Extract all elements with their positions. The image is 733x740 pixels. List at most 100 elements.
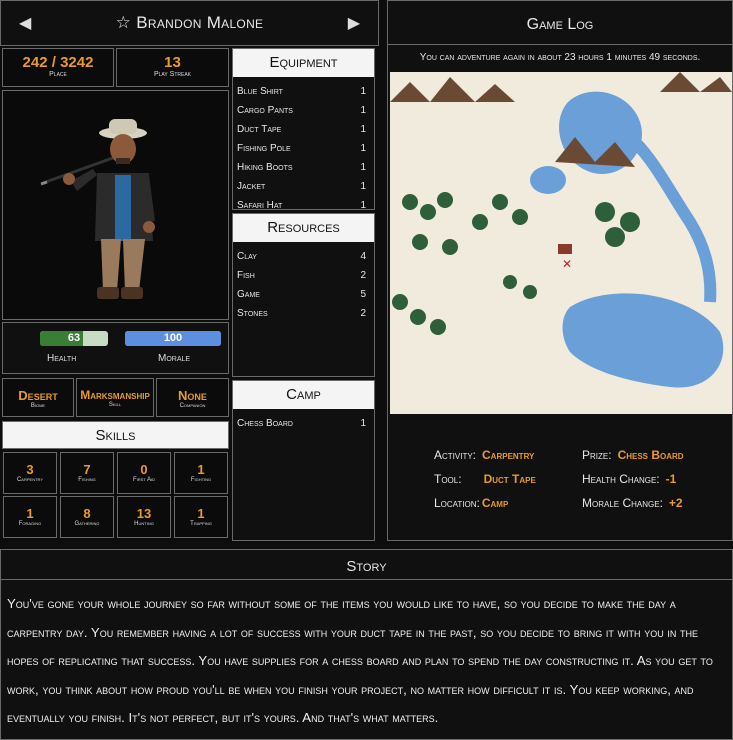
- tool-row: Tool: Duct Tape: [434, 472, 536, 486]
- skill-label: First Aid: [132, 477, 156, 483]
- health-label: Health: [47, 353, 77, 364]
- health-change-row: Health Change: -1: [582, 472, 676, 486]
- item-qty: 5: [360, 289, 366, 300]
- next-character-icon[interactable]: ▶: [348, 13, 360, 33]
- skill-tile: 8 Gathering: [60, 496, 114, 538]
- place-value: 242 / 3242: [22, 54, 94, 71]
- item-name: Chess Board: [237, 418, 293, 429]
- skill-tile: 7 Fishing: [60, 452, 114, 494]
- item-name: Jacket: [237, 181, 266, 192]
- companion-value: None: [178, 388, 207, 403]
- item-qty: 2: [360, 270, 366, 281]
- health-change-value: -1: [665, 472, 677, 486]
- favorite-star-icon[interactable]: ☆: [116, 13, 132, 32]
- morale-value: 100: [163, 332, 183, 344]
- camp-item: Chess Board 1: [233, 414, 374, 433]
- character-name-row: ☆ Brandon Malone: [1, 13, 378, 33]
- skill-value: 13: [136, 506, 152, 521]
- equipment-item: Blue Shirt 1: [233, 82, 374, 101]
- equipment-item: Safari Hat 1: [233, 196, 374, 210]
- item-name: Stones: [237, 308, 268, 319]
- resource-item: Game 5: [233, 285, 374, 304]
- companion-label: Companion: [179, 403, 206, 409]
- item-name: Blue Shirt: [237, 86, 283, 97]
- location-key: Location:: [434, 496, 480, 510]
- character-name: Brandon Malone: [136, 13, 264, 32]
- skill-tile: 3 Carpentry: [3, 452, 57, 494]
- svg-text:✕: ✕: [562, 257, 572, 271]
- activity-key: Activity:: [434, 448, 477, 462]
- health-value: 63: [67, 332, 81, 344]
- skill-value: 7: [83, 462, 91, 477]
- resource-item: Clay 4: [233, 247, 374, 266]
- skill-value: 8: [83, 506, 91, 521]
- vitals-panel: 63 Health 100 Morale: [2, 322, 229, 374]
- map-illustration-icon: ✕: [390, 72, 732, 414]
- skill-value: 1: [26, 506, 34, 521]
- skill-label: Fighting: [190, 477, 212, 483]
- skill-value: 1: [197, 506, 205, 521]
- prize-key: Prize:: [582, 448, 612, 462]
- skill-value: 0: [140, 462, 148, 477]
- item-qty: 1: [360, 105, 366, 116]
- resource-item: Fish 2: [233, 266, 374, 285]
- skill-value: 3: [26, 462, 34, 477]
- tool-key: Tool:: [434, 472, 462, 486]
- play-streak-value: 13: [164, 54, 181, 71]
- item-qty: 1: [360, 124, 366, 135]
- story-panel: Story You've gone your whole journey so …: [0, 549, 733, 740]
- skill-tile: 1 Trapping: [174, 496, 228, 538]
- character-header: ◀ ☆ Brandon Malone ▶: [0, 0, 379, 46]
- location-value: Camp: [481, 496, 509, 510]
- skill-label: Trapping: [190, 521, 212, 527]
- skill-tile: Marksmanship Skill: [76, 378, 154, 417]
- skill-value: 1: [197, 462, 205, 477]
- equipment-item: Hiking Boots 1: [233, 158, 374, 177]
- character-portrait: [2, 90, 229, 320]
- companion-tile: None Companion: [156, 378, 229, 417]
- item-qty: 1: [360, 86, 366, 97]
- item-name: Fish: [237, 270, 255, 281]
- morale-change-key: Morale Change:: [582, 496, 663, 510]
- skill-label: Hunting: [134, 521, 154, 527]
- equipment-panel[interactable]: Equipment Blue Shirt 1 Cargo Pants 1 Duct …: [232, 48, 375, 210]
- item-qty: 1: [360, 143, 366, 154]
- skill-tile: 1 Foraging: [3, 496, 57, 538]
- play-streak-tile: 13 Play Streak: [116, 48, 229, 87]
- equipment-item: Duct Tape 1: [233, 120, 374, 139]
- item-qty: 1: [360, 200, 366, 210]
- item-name: Clay: [237, 251, 257, 262]
- skill-tile: 13 Hunting: [117, 496, 171, 538]
- world-map: ✕: [390, 72, 732, 414]
- play-streak-label: Play Streak: [153, 71, 192, 78]
- morale-bar: 100: [125, 331, 221, 346]
- item-qty: 4: [360, 251, 366, 262]
- item-name: Game: [237, 289, 260, 300]
- location-row: Location: Camp: [434, 496, 508, 510]
- item-name: Hiking Boots: [237, 162, 293, 173]
- item-qty: 2: [360, 308, 366, 319]
- skills-title: Skills: [2, 421, 229, 449]
- item-qty: 1: [360, 162, 366, 173]
- health-bar: 63: [40, 331, 108, 346]
- item-name: Duct Tape: [237, 124, 282, 135]
- biome-value: Desert: [18, 388, 58, 403]
- item-name: Cargo Pants: [237, 105, 293, 116]
- equipment-item: Cargo Pants 1: [233, 101, 374, 120]
- biome-tile: Desert Biome: [2, 378, 74, 417]
- equipment-item: Fishing Pole 1: [233, 139, 374, 158]
- adventure-timer: You can adventure again in about 23 hour…: [388, 45, 732, 71]
- place-tile: 242 / 3242 Place: [2, 48, 114, 87]
- biome-label: Biome: [30, 403, 46, 409]
- story-text: You've gone your whole journey so far wi…: [7, 596, 713, 725]
- skill-label: Fishing: [78, 477, 96, 483]
- survivor-figure-icon: [40, 119, 155, 299]
- prize-value: Chess Board: [617, 448, 684, 462]
- skill-label: Foraging: [18, 521, 42, 527]
- resources-title: Resources: [233, 214, 374, 242]
- item-qty: 1: [360, 418, 366, 429]
- skill-label: Skill: [108, 402, 122, 408]
- resource-item: Stones 2: [233, 304, 374, 323]
- activity-value: Carpentry: [482, 448, 535, 462]
- item-qty: 1: [360, 181, 366, 192]
